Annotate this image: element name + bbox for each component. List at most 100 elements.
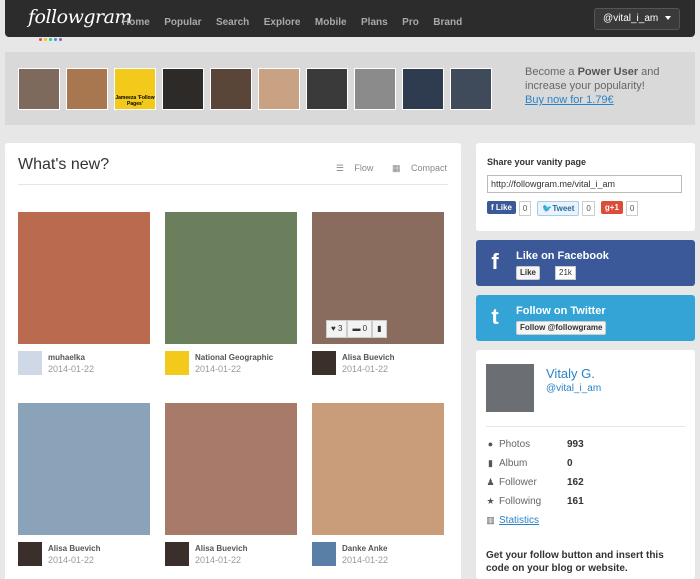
- view-toggle: ☰ Flow ▦ Compact: [320, 163, 447, 174]
- stat-value: 0: [567, 458, 573, 469]
- nav-explore[interactable]: Explore: [264, 17, 301, 28]
- power-user-avatar[interactable]: [162, 68, 204, 110]
- power-user-avatar[interactable]: [402, 68, 444, 110]
- facebook-page-like-button[interactable]: Like: [516, 266, 541, 280]
- stat-value: 162: [567, 477, 584, 488]
- tweet-button[interactable]: 🐦Tweet: [537, 201, 580, 216]
- comments-value: 0: [362, 324, 368, 333]
- nav-brand[interactable]: Brand: [433, 17, 462, 28]
- twitter-card-title: Follow on Twitter: [516, 305, 606, 317]
- nav-search[interactable]: Search: [216, 17, 249, 28]
- main-nav: Home Popular Search Explore Mobile Plans…: [122, 12, 472, 30]
- share-vanity-panel: Share your vanity page f Like 0 🐦Tweet 0…: [476, 143, 695, 231]
- gplus-label: +1: [609, 203, 619, 212]
- user-avatar[interactable]: [18, 542, 42, 566]
- power-user-avatar[interactable]: [18, 68, 60, 110]
- power-user-avatar[interactable]: [210, 68, 252, 110]
- vanity-url-input[interactable]: [487, 175, 682, 193]
- power-user-avatar[interactable]: [66, 68, 108, 110]
- profile-handle[interactable]: @vital_i_am: [546, 383, 601, 394]
- like-count[interactable]: ♥ 3: [326, 320, 348, 338]
- photo-date: 2014-01-22: [342, 555, 389, 565]
- photo-user[interactable]: Alisa Buevich: [342, 353, 394, 362]
- profile-name[interactable]: Vitaly G.: [546, 366, 595, 381]
- star-icon: ★: [486, 496, 495, 506]
- divider: [486, 426, 685, 427]
- feed-photo[interactable]: [18, 403, 150, 535]
- facebook-card-title: Like on Facebook: [516, 250, 609, 262]
- feed-photo-meta: Alisa Buevich 2014-01-22: [312, 351, 444, 377]
- comment-count[interactable]: ▬ 0: [347, 320, 373, 338]
- user-icon: ♟: [486, 477, 495, 487]
- feed-photo[interactable]: [312, 403, 444, 535]
- power-user-avatar[interactable]: [450, 68, 492, 110]
- album-icon: ▮: [488, 458, 493, 468]
- like-count: 0: [518, 201, 532, 216]
- facebook-like-button[interactable]: f Like: [487, 201, 516, 214]
- view-compact-label: Compact: [410, 163, 447, 173]
- profile-avatar[interactable]: [486, 364, 534, 412]
- google-plus-button[interactable]: g+1: [600, 201, 623, 214]
- feed-photo[interactable]: [165, 403, 297, 535]
- power-user-avatar[interactable]: [306, 68, 348, 110]
- grid-icon: ▦: [391, 163, 401, 173]
- nav-pro[interactable]: Pro: [402, 17, 419, 28]
- user-avatar[interactable]: [312, 542, 336, 566]
- statistics-row: ▥ Statistics: [486, 515, 686, 529]
- power-user-avatar[interactable]: [354, 68, 396, 110]
- nav-plans[interactable]: Plans: [361, 17, 388, 28]
- promo-bold: Power User: [577, 66, 639, 78]
- page-title: What's new?: [18, 156, 110, 173]
- user-menu-button[interactable]: @vital_i_am: [594, 8, 680, 30]
- nav-mobile[interactable]: Mobile: [315, 17, 347, 28]
- twitter-bird-icon: t: [491, 304, 499, 329]
- photo-user[interactable]: Alisa Buevich: [195, 544, 247, 553]
- facebook-icon: f: [491, 203, 494, 212]
- photo-user[interactable]: National Geographic: [195, 353, 273, 362]
- statistics-link[interactable]: Statistics: [499, 515, 539, 526]
- photo-stats: ♥ 3 ▬ 0 ▮: [326, 320, 387, 338]
- share-title: Share your vanity page: [487, 157, 587, 167]
- stat-follower: ♟ Follower 162: [486, 477, 686, 491]
- twitter-follow-button[interactable]: Follow @followgrame: [516, 321, 607, 335]
- twitter-follow-card[interactable]: t Follow on Twitter Follow @followgrame: [476, 295, 695, 341]
- feed-photo[interactable]: [165, 212, 297, 344]
- nav-popular[interactable]: Popular: [164, 17, 201, 28]
- comment-icon: ▬: [352, 324, 361, 333]
- power-user-avatar[interactable]: [258, 68, 300, 110]
- feed-photo-meta: Danke Anke 2014-01-22: [312, 542, 444, 568]
- photo-date: 2014-01-22: [48, 555, 95, 565]
- feed-photo[interactable]: ♥ 3 ▬ 0 ▮: [312, 212, 444, 344]
- avatar-caption: Jameeza 'Follow Pages': [115, 95, 155, 107]
- user-avatar[interactable]: [18, 351, 42, 375]
- stat-label: Following: [499, 496, 542, 507]
- gplus-count: 0: [625, 201, 639, 216]
- feed-photo[interactable]: [18, 212, 150, 344]
- view-compact[interactable]: ▦ Compact: [384, 163, 447, 173]
- user-avatar[interactable]: [312, 351, 336, 375]
- stat-label: Album: [499, 458, 528, 469]
- logo-dots: [39, 28, 64, 41]
- stat-photos: ● Photos 993: [486, 439, 686, 453]
- photo-date: 2014-01-22: [342, 364, 389, 374]
- facebook-logo-icon: f: [491, 249, 499, 274]
- photo-user[interactable]: muhaelka: [48, 353, 85, 362]
- buy-now-link[interactable]: Buy now for 1.79€: [525, 94, 614, 106]
- follow-button-cta: Get your follow button and insert this c…: [486, 550, 664, 574]
- facebook-like-card[interactable]: f Like on Facebook Like 21k: [476, 240, 695, 286]
- tw-follow-label: Follow @followgrame: [520, 323, 603, 332]
- user-avatar[interactable]: [165, 351, 189, 375]
- whats-new-panel: What's new? ☰ Flow ▦ Compact muhaelka 20…: [5, 143, 461, 579]
- photo-date: 2014-01-22: [195, 555, 242, 565]
- view-flow[interactable]: ☰ Flow: [328, 163, 374, 173]
- feed-photo-meta: Alisa Buevich 2014-01-22: [165, 542, 297, 568]
- followgram-logo[interactable]: followgram: [28, 6, 132, 28]
- nav-home[interactable]: Home: [122, 17, 150, 28]
- photo-user[interactable]: Danke Anke: [342, 544, 388, 553]
- photo-user[interactable]: Alisa Buevich: [48, 544, 100, 553]
- bar-chart-icon: ▥: [486, 515, 495, 525]
- share-button[interactable]: ▮: [372, 320, 387, 338]
- user-avatar[interactable]: [165, 542, 189, 566]
- power-user-avatar[interactable]: Jameeza 'Follow Pages': [114, 68, 156, 110]
- stat-value: 993: [567, 439, 584, 450]
